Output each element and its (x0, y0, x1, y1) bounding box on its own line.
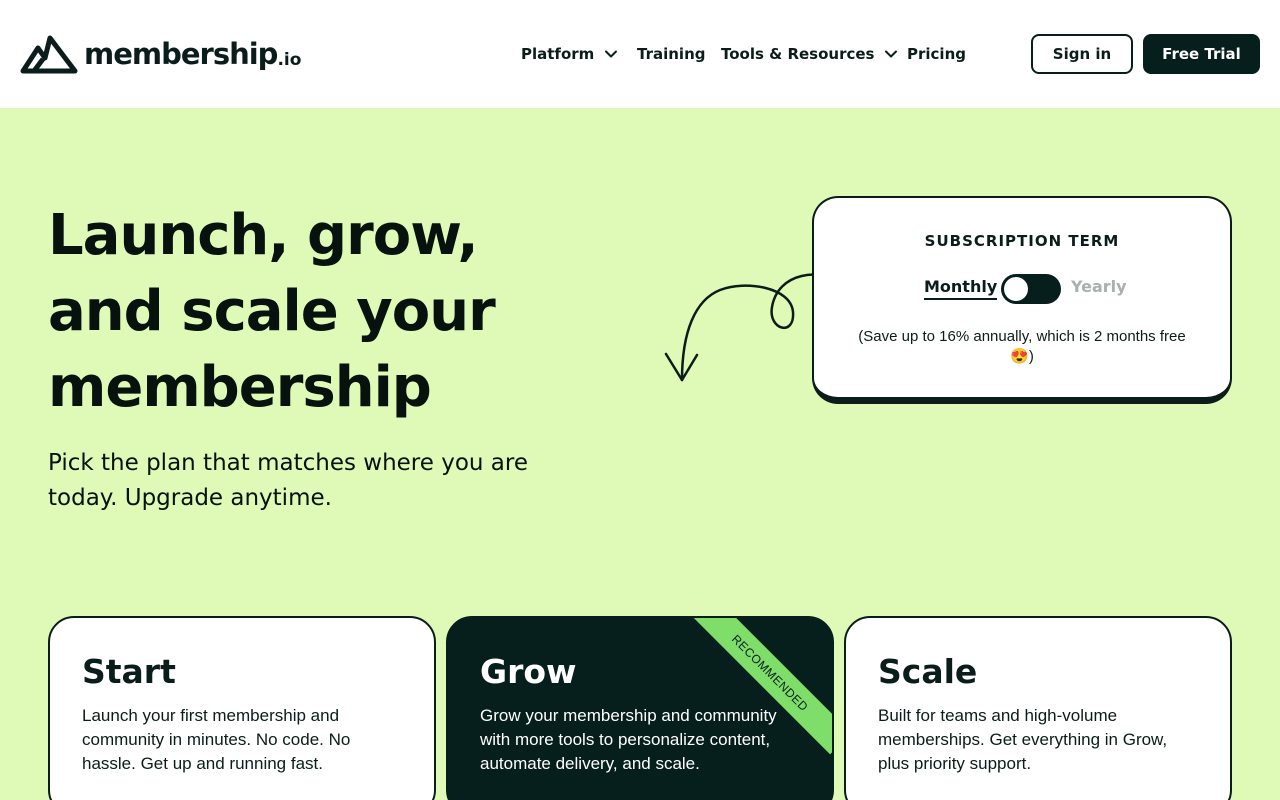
nav-platform-label: Platform (521, 45, 595, 63)
nav-training[interactable]: Training (637, 45, 705, 63)
nav-training-label: Training (637, 45, 706, 63)
plan-card-start: Start Launch your first membership and c… (48, 616, 436, 800)
sign-in-button[interactable]: Sign in (1031, 34, 1133, 74)
plan-name: Scale (878, 652, 978, 691)
billing-toggle-row: Monthly Yearly (814, 273, 1230, 305)
subscription-term-title: SUBSCRIPTION TERM (924, 232, 1120, 250)
plan-name: Grow (480, 652, 577, 691)
nav-tools-label: Tools & Resources (721, 45, 875, 63)
nav-pricing-label: Pricing (907, 45, 966, 63)
monthly-option[interactable]: Monthly (924, 277, 998, 300)
toggle-knob (1004, 277, 1028, 301)
annual-savings-note: (Save up to 16% annually, which is 2 mon… (858, 328, 1186, 365)
yearly-option[interactable]: Yearly (1071, 277, 1127, 296)
logo-wordmark: membership (84, 37, 278, 71)
free-trial-button[interactable]: Free Trial (1143, 34, 1260, 74)
plan-description: Grow your membership and community with … (480, 706, 777, 773)
nav-platform[interactable]: Platform (521, 45, 618, 63)
chevron-down-icon (885, 50, 898, 58)
site-header: membership .io Platform Training Tools &… (0, 0, 1280, 108)
plan-description: Launch your first membership and communi… (82, 706, 351, 773)
logo-tld: .io (277, 50, 302, 70)
logo[interactable]: membership .io (20, 33, 301, 75)
subscription-term-card: SUBSCRIPTION TERM Monthly Yearly (Save u… (812, 196, 1232, 404)
nav-tools-resources[interactable]: Tools & Resources (721, 45, 898, 63)
mountain-logo-icon (20, 35, 78, 74)
plan-card-grow: RECOMMENDED Grow Grow your membership an… (446, 616, 834, 800)
hero-title: Launch, grow, and scale your membership (48, 203, 496, 420)
plan-name: Start (82, 652, 176, 691)
plan-description: Built for teams and high-volume membersh… (878, 706, 1168, 773)
hero-subtitle: Pick the plan that matches where you are… (48, 450, 528, 511)
chevron-down-icon (605, 50, 618, 58)
nav-pricing[interactable]: Pricing (907, 45, 966, 63)
billing-term-toggle[interactable] (1001, 274, 1061, 304)
plan-card-scale: Scale Built for teams and high-volume me… (844, 616, 1232, 800)
